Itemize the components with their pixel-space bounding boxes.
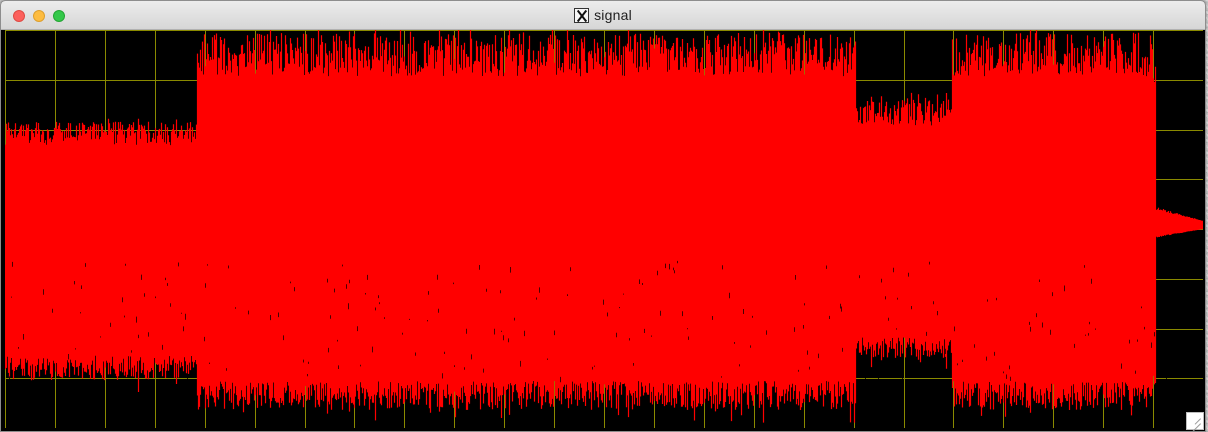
signal-waveform (5, 30, 1203, 423)
signal-plot[interactable] (5, 30, 1203, 428)
title-container: signal (1, 1, 1205, 29)
signal-window[interactable]: signal (0, 0, 1206, 432)
resize-grip-icon[interactable] (1186, 412, 1204, 430)
signal-chart (5, 30, 1203, 428)
window-title: signal (594, 7, 632, 23)
x11-icon (574, 7, 590, 23)
title-bar[interactable]: signal (1, 1, 1205, 30)
